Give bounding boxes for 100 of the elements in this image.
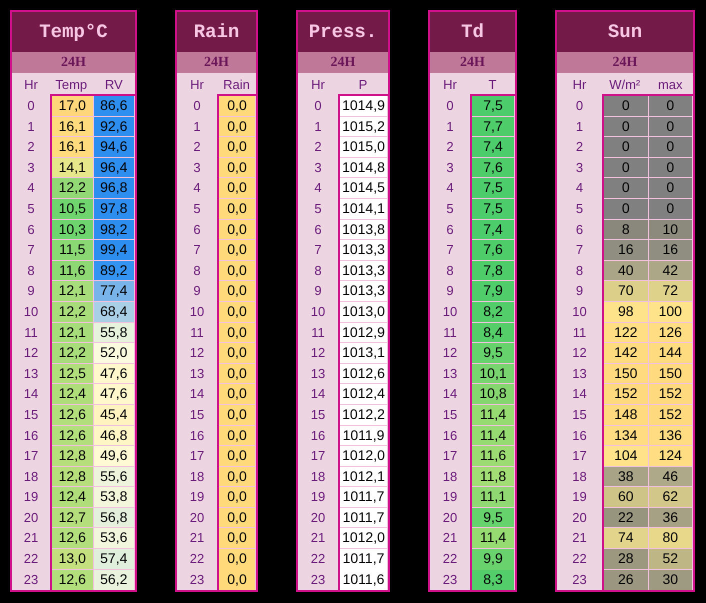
hour-label: 20 [571, 508, 588, 527]
table-cell: 1013,1 [340, 343, 388, 364]
table-cell: 152 [648, 404, 693, 426]
table-cell: 1015,0 [340, 137, 388, 158]
hour-label: 23 [571, 570, 588, 589]
table-cell: 12,6 [52, 528, 94, 550]
table-cell: 96,8 [94, 178, 135, 199]
hour-label: 5 [26, 200, 36, 218]
table-cell: 7,4 [472, 220, 515, 240]
table-cell: 0 [604, 116, 648, 138]
table-cell: 11,8 [472, 466, 515, 488]
table-cell: 1013,3 [340, 281, 388, 302]
table-cell: 11,5 [52, 240, 94, 261]
hour-label: 5 [445, 200, 455, 218]
table-cell: 1011,7 [340, 487, 388, 508]
hour-label: 7 [313, 241, 323, 260]
table-cell: 52,0 [94, 343, 135, 364]
hour-label: 1 [445, 118, 455, 136]
table-cell: 10 [648, 220, 693, 240]
hour-label: 9 [313, 282, 323, 300]
period-label: 24H [557, 52, 693, 73]
table-cell: 7,5 [472, 96, 515, 117]
table-cell: 16,1 [52, 137, 94, 158]
hour-label: 6 [574, 220, 584, 239]
hour-label: 8 [445, 262, 455, 280]
table-cell: 1012,2 [340, 404, 388, 426]
hour-label: 3 [574, 158, 584, 177]
table-cell: 97,8 [94, 198, 135, 220]
table-cell: 16,1 [52, 116, 94, 138]
hour-label: 11 [310, 324, 326, 342]
hour-label: 6 [26, 220, 36, 239]
hour-label: 11 [442, 324, 458, 342]
table-cell: 150 [604, 364, 648, 384]
hour-label: 1 [192, 118, 202, 136]
table-cell: 1011,7 [340, 508, 388, 528]
hour-label: 13 [310, 364, 326, 383]
table-cell: 10,5 [52, 198, 94, 220]
column-header: Temp [54, 77, 88, 92]
hour-label: 21 [22, 529, 40, 548]
table-cell: 46 [648, 466, 693, 488]
table-cell: 0 [604, 96, 648, 117]
hour-label: 14 [571, 385, 588, 404]
hour-label: 20 [442, 508, 458, 527]
table-cell: 0 [648, 116, 693, 138]
table-cell: 36 [648, 508, 693, 528]
hour-label: 20 [22, 508, 40, 527]
table-cell: 94,6 [94, 137, 135, 158]
hour-label: 2 [445, 138, 455, 156]
hour-label: 3 [192, 158, 202, 177]
hour-label: 21 [310, 529, 326, 548]
hour-label: 10 [310, 302, 326, 321]
table-cell: 12,2 [52, 343, 94, 364]
column-header: Rain [222, 77, 251, 92]
table-cell: 0,0 [219, 137, 256, 158]
hour-label: 19 [22, 488, 40, 506]
hour-label: 17 [310, 447, 326, 466]
table-cell: 57,4 [94, 549, 135, 570]
table-cell: 0,0 [219, 198, 256, 220]
hour-label: 8 [313, 262, 323, 280]
table-cell: 56,8 [94, 508, 135, 528]
column-header: P [358, 77, 368, 92]
hour-label: 0 [192, 97, 202, 115]
table-cell: 46,8 [94, 426, 135, 446]
table-cell: 7,9 [472, 281, 515, 302]
hour-label: 14 [188, 385, 206, 404]
table-cell: 1013,0 [340, 302, 388, 323]
hour-label: 13 [188, 364, 206, 383]
hour-label: 4 [26, 179, 36, 198]
table-cell: 0,0 [219, 487, 256, 508]
table-cell: 0,0 [219, 549, 256, 570]
hour-label: 9 [192, 282, 202, 300]
table-cell: 1011,9 [340, 426, 388, 446]
table-cell: 1012,9 [340, 322, 388, 344]
hour-label: 4 [313, 179, 323, 198]
hour-label: 0 [445, 97, 455, 115]
hour-label: 0 [574, 97, 584, 115]
hour-label: 8 [26, 262, 36, 280]
table-cell: 1011,7 [340, 549, 388, 570]
hour-label: 8 [192, 262, 202, 280]
table-cell: 152 [648, 384, 693, 405]
table-cell: 55,6 [94, 466, 135, 488]
period-label: 24H [12, 52, 135, 73]
hour-label: 2 [192, 138, 202, 156]
hour-label: 22 [571, 550, 588, 568]
hour-label: 4 [192, 179, 202, 198]
table-cell: 12,8 [52, 446, 94, 467]
table-cell: 100 [648, 302, 693, 323]
table-cell: 0,0 [219, 364, 256, 384]
table-cell: 55,8 [94, 322, 135, 344]
table-cell: 148 [604, 404, 648, 426]
table-cell: 12,4 [52, 384, 94, 405]
hour-label: 0 [26, 97, 36, 115]
table-cell: 1014,1 [340, 198, 388, 220]
table-cell: 0,0 [219, 240, 256, 261]
table-cell: 74 [604, 528, 648, 550]
hour-label: 5 [192, 200, 202, 218]
hour-label: 1 [313, 118, 323, 136]
table-cell: 122 [604, 322, 648, 344]
table-cell: 96,4 [94, 158, 135, 178]
table-cell: 47,6 [94, 384, 135, 405]
